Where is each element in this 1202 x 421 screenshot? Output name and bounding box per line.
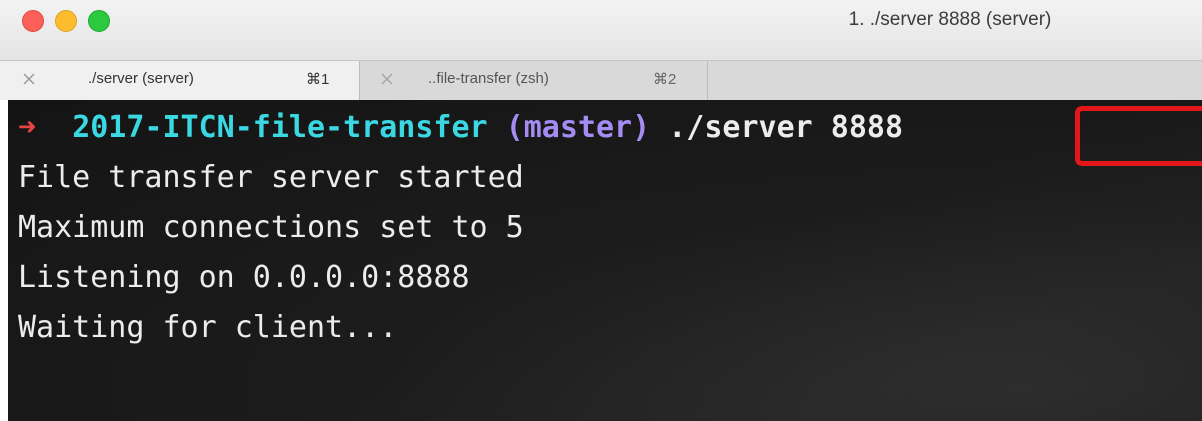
highlight-annotation xyxy=(1075,106,1202,166)
tab-shortcut: ⌘2 xyxy=(653,71,677,88)
tab-server[interactable]: ./server (server) ⌘1 xyxy=(0,61,360,100)
tab-label: ..file-transfer (zsh) xyxy=(428,70,549,87)
tab-label: ./server (server) xyxy=(88,70,194,87)
output-line: Listening on 0.0.0.0:8888 xyxy=(18,260,470,295)
minimize-window-icon[interactable] xyxy=(55,10,77,32)
close-tab-icon[interactable] xyxy=(22,72,36,86)
prompt-line: ➜ 2017-ITCN-file-transfer (master) ./ser… xyxy=(18,108,903,148)
window-title: 1. ./server 8888 (server) xyxy=(848,9,1052,30)
zoom-window-icon[interactable] xyxy=(88,10,110,32)
close-window-icon[interactable] xyxy=(22,10,44,32)
title-bar[interactable]: 1. ./server 8888 (server) xyxy=(0,0,1202,60)
output-line: Waiting for client... xyxy=(18,310,398,345)
close-tab-icon[interactable] xyxy=(380,72,394,86)
prompt-branch: (master) xyxy=(505,110,651,145)
tab-bar: ./server (server) ⌘1 ..file-transfer (zs… xyxy=(0,60,1202,100)
tab-shortcut: ⌘1 xyxy=(306,71,330,88)
tab-file-transfer[interactable]: ..file-transfer (zsh) ⌘2 xyxy=(360,61,708,100)
prompt-command: ./server xyxy=(668,110,813,145)
output-line: File transfer server started xyxy=(18,160,524,195)
prompt-argument: 8888 xyxy=(830,110,904,145)
prompt-arrow-icon: ➜ xyxy=(18,110,37,145)
terminal-window: 1. ./server 8888 (server) ./server (serv… xyxy=(0,0,1202,421)
terminal-output[interactable]: ➜ 2017-ITCN-file-transfer (master) ./ser… xyxy=(8,100,1202,421)
output-line: Maximum connections set to 5 xyxy=(18,210,524,245)
prompt-directory: 2017-ITCN-file-transfer xyxy=(72,110,488,145)
